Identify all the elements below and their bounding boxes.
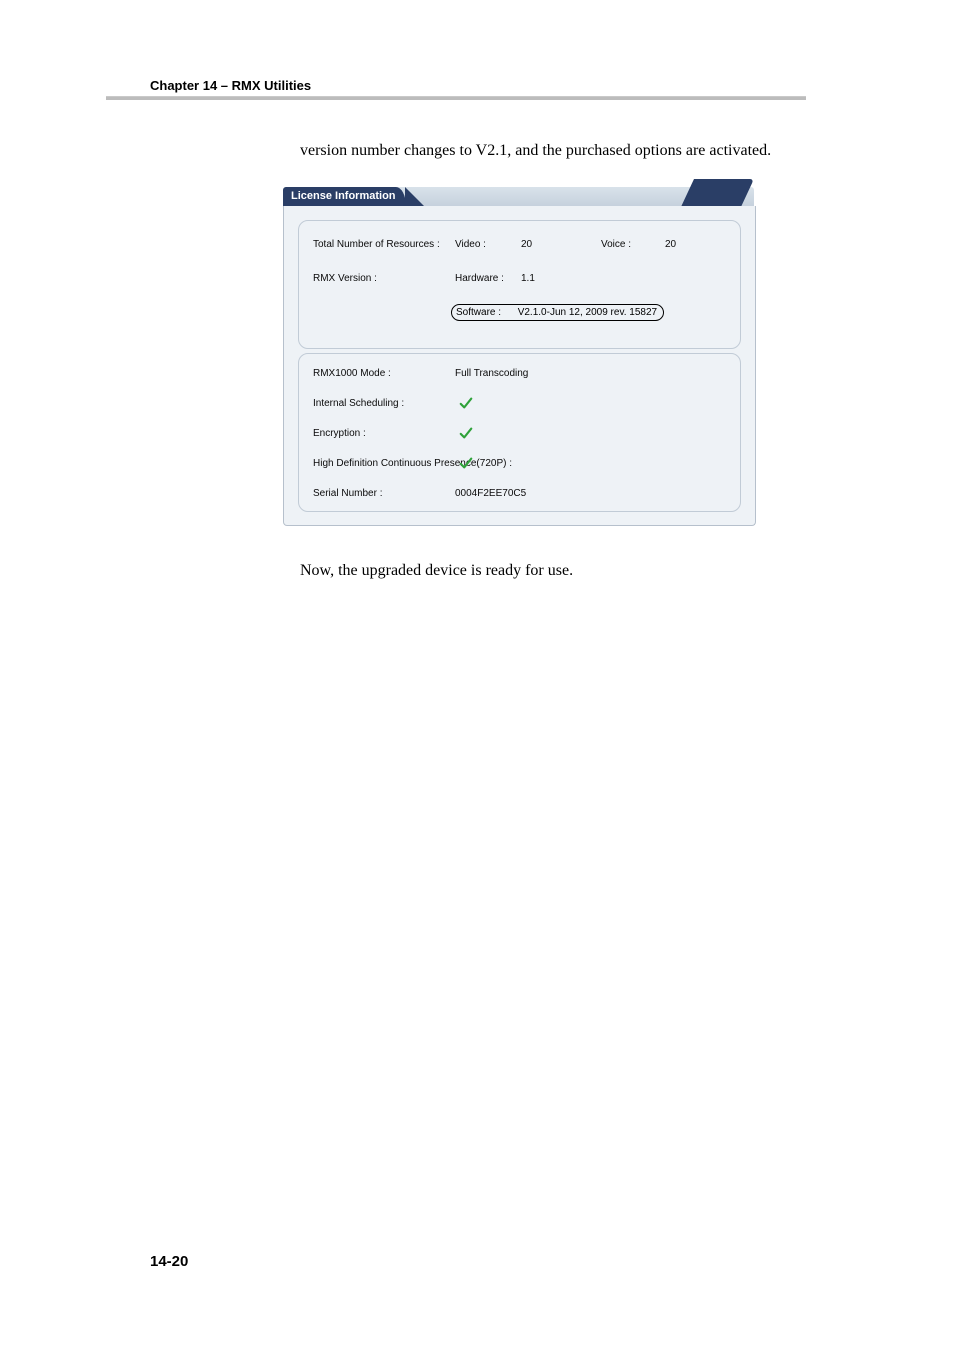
- body-paragraph-1: version number changes to V2.1, and the …: [300, 140, 795, 162]
- tab-label: License Information: [291, 190, 396, 202]
- license-info-panel: License Information Total Number of Reso…: [283, 184, 754, 525]
- page: Chapter 14 – RMX Utilities version numbe…: [0, 0, 954, 1350]
- software-value: V2.1.0-Jun 12, 2009 rev. 15827: [518, 307, 657, 318]
- serial-number-value: 0004F2EE70C5: [455, 488, 526, 499]
- tab-row-right-slant: [681, 179, 754, 206]
- hardware-label: Hardware :: [455, 273, 504, 284]
- tab-slant-decoration: [405, 187, 424, 206]
- rmx1000-mode-label: RMX1000 Mode :: [313, 368, 391, 379]
- internal-scheduling-label: Internal Scheduling :: [313, 398, 404, 409]
- voice-value: 20: [665, 239, 676, 250]
- body-paragraph-2: Now, the upgraded device is ready for us…: [300, 560, 795, 582]
- software-label: Software :: [456, 307, 501, 318]
- header-rule: [106, 96, 806, 100]
- rmx1000-mode-value: Full Transcoding: [455, 368, 528, 379]
- check-icon: [459, 456, 473, 470]
- check-icon: [459, 396, 473, 410]
- encryption-label: Encryption :: [313, 428, 366, 439]
- hd-continuous-presence-label: High Definition Continuous Presence(720P…: [313, 458, 512, 469]
- page-number: 14-20: [150, 1253, 188, 1270]
- resources-version-block: Total Number of Resources : Video : 20 V…: [298, 220, 741, 349]
- hardware-value: 1.1: [521, 273, 535, 284]
- video-value: 20: [521, 239, 532, 250]
- tab-license-information[interactable]: License Information: [283, 187, 406, 206]
- chapter-header: Chapter 14 – RMX Utilities: [150, 78, 311, 93]
- rmx-version-label: RMX Version :: [313, 273, 377, 284]
- total-resources-label: Total Number of Resources :: [313, 239, 440, 250]
- tab-row: License Information: [283, 184, 754, 206]
- options-block: RMX1000 Mode : Full Transcoding Internal…: [298, 353, 741, 512]
- video-label: Video :: [455, 239, 486, 250]
- serial-number-label: Serial Number :: [313, 488, 382, 499]
- check-icon: [459, 426, 473, 440]
- panel-body: Total Number of Resources : Video : 20 V…: [283, 206, 756, 526]
- software-version-highlight: Software : V2.1.0-Jun 12, 2009 rev. 1582…: [451, 304, 664, 321]
- voice-label: Voice :: [601, 239, 631, 250]
